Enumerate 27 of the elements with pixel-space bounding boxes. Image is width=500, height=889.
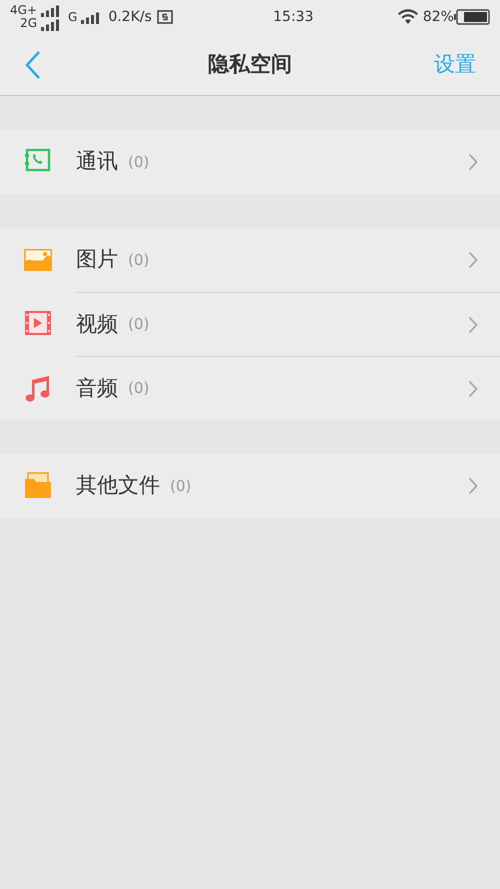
list-item[interactable]: 视频 (0) [0, 292, 500, 356]
folder-icon [24, 472, 52, 500]
film-icon [24, 310, 52, 338]
list-item[interactable]: 其他文件 (0) [0, 454, 500, 518]
network-label: G [68, 10, 78, 24]
music-note-icon [24, 374, 52, 402]
list-item[interactable]: 图片 (0) [0, 228, 500, 292]
chevron-icon [468, 477, 478, 495]
chevron-icon [468, 153, 478, 171]
list-item[interactable]: 音频 (0) [0, 356, 500, 420]
chevron-icon [468, 251, 478, 269]
page-title: 隐私空间 [208, 50, 292, 78]
chevron-icon [468, 380, 478, 398]
signal-icon [41, 17, 60, 31]
back-chevron-icon [24, 50, 42, 80]
chevron-icon [468, 316, 478, 334]
network-label: 2G [20, 17, 37, 30]
speed-text: 0.2K/s [108, 8, 152, 26]
network-label: 4G+ [10, 4, 37, 17]
battery-icon [454, 9, 490, 25]
time-text: 15:33 [272, 8, 314, 26]
signal-icon [41, 3, 60, 17]
battery-text: 82% [422, 8, 454, 26]
signal-icon [81, 10, 100, 24]
list-item[interactable]: 通讯 (0) [0, 130, 500, 194]
screenshot-icon [156, 9, 174, 25]
wifi-icon [396, 9, 419, 25]
